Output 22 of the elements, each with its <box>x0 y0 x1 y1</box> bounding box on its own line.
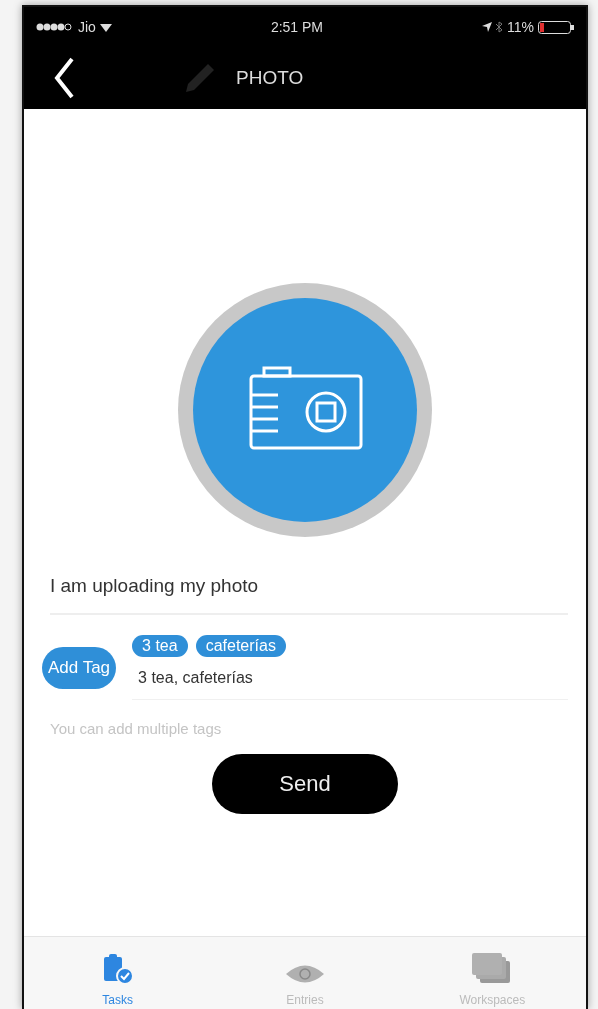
wifi-icon <box>99 22 112 32</box>
battery-icon <box>538 20 574 34</box>
battery-percent: 11% <box>507 19 534 35</box>
signal-icon <box>36 23 74 31</box>
tab-bar-item[interactable]: Workspaces <box>398 937 586 1009</box>
nav-title: PHOTO <box>236 67 304 89</box>
add-tag-button[interactable]: Add Tag <box>42 646 117 689</box>
camera-button[interactable] <box>178 283 432 537</box>
eye-icon <box>285 963 325 985</box>
clipboard-check-icon <box>101 953 134 985</box>
send-button[interactable]: Send <box>212 754 398 814</box>
location-icon <box>482 22 492 32</box>
hint-text: You can add multiple tags <box>50 720 223 737</box>
tag-chip: 3 tea <box>132 635 188 657</box>
stacked-windows-icon <box>472 953 513 985</box>
carrier-name: Jio <box>78 19 96 35</box>
status-time: 2:51 PM <box>270 19 324 35</box>
tab-bar-item[interactable]: Tasks <box>24 937 212 1009</box>
back-icon[interactable] <box>54 57 74 99</box>
caption-text: I am uploading my photo <box>50 575 568 615</box>
tag-chip: cafeterías <box>195 635 286 657</box>
bluetooth-icon <box>496 21 503 33</box>
